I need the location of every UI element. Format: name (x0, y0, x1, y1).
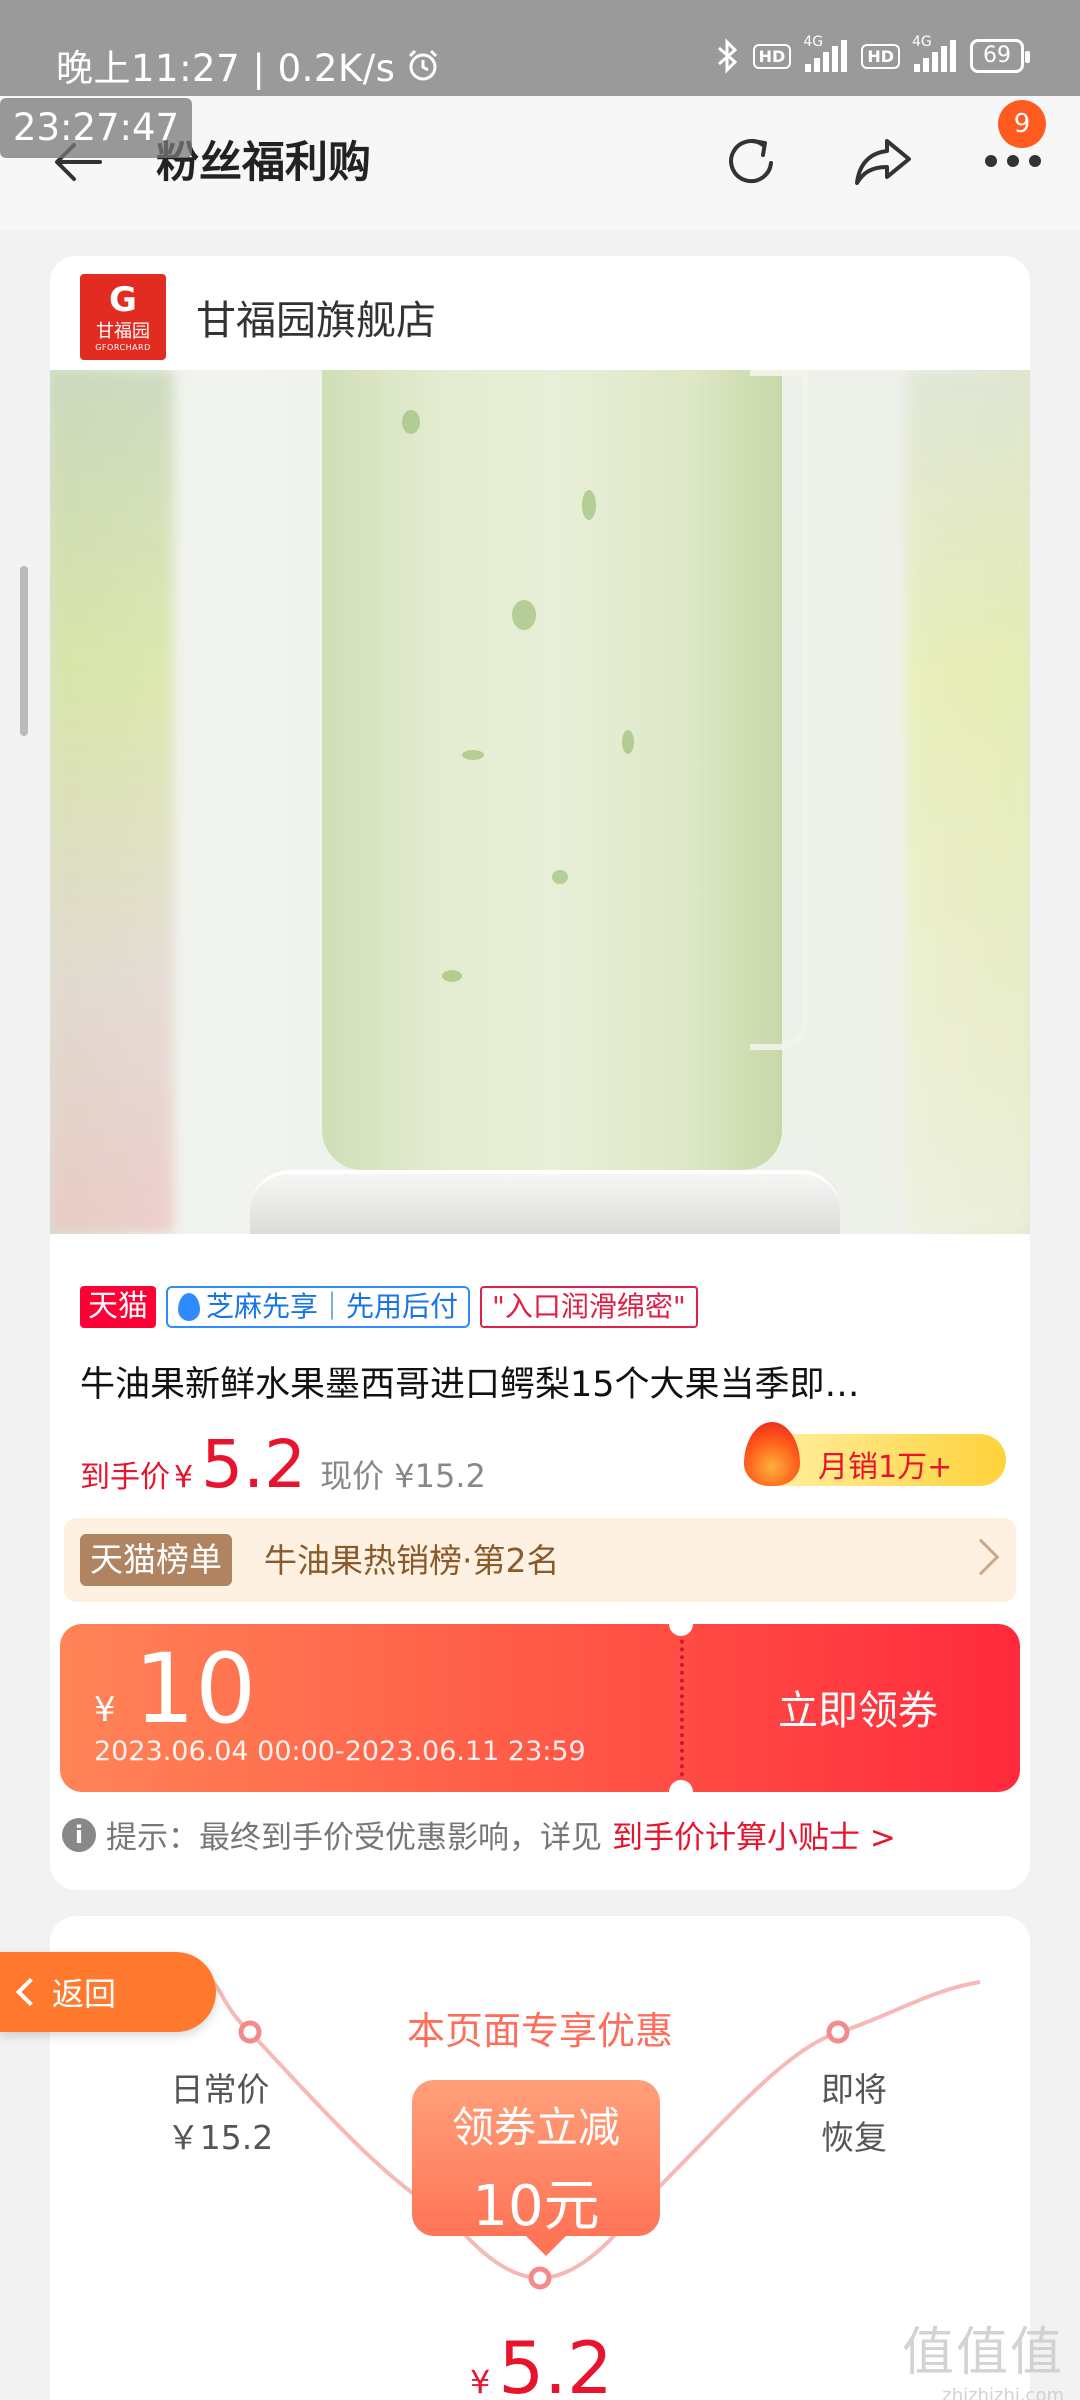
tmall-tag: 天猫 (80, 1286, 156, 1328)
tag-row: 天猫 芝麻先享｜先用后付 "入口润滑绵密" (80, 1286, 698, 1328)
shop-row[interactable]: G 甘福园 GFORCHARD 甘福园旗舰店 (80, 272, 436, 362)
share-icon (855, 139, 911, 185)
coupon-notch-top (669, 1624, 693, 1636)
return-button-label: 返回 (52, 1975, 117, 2013)
coupon-amount: 10 (134, 1633, 257, 1745)
product-image[interactable] (50, 370, 1030, 1234)
image-jar-handle (750, 370, 808, 1050)
shop-name[interactable]: 甘福园旗舰店 (196, 288, 436, 346)
watermark-url: zhizhizhi.com (942, 2385, 1064, 2400)
image-blender-base (250, 1170, 840, 1234)
tip-text: 提示：最终到手价受优惠影响，详见 (106, 1820, 602, 1856)
final-price-value: 5.2 (201, 1426, 307, 1503)
daily-price-block: 日常价 ￥15.2 (140, 2066, 300, 2162)
hd-badge-2: HD (861, 43, 900, 69)
signal-icon-2: 4G (912, 34, 956, 72)
shop-logo-glyph: G (109, 279, 137, 320)
info-icon: i (62, 1817, 96, 1852)
coupon-card[interactable]: ¥ 10 2023.06.04 00:00-2023.06.11 23:59 立… (60, 1624, 1020, 1792)
chevron-left-icon (15, 1977, 45, 2007)
clock-overlay: 23:27:47 (0, 98, 192, 158)
more-badge: 9 (998, 100, 1046, 148)
refresh-button[interactable] (716, 126, 786, 196)
shop-logo[interactable]: G 甘福园 GFORCHARD (80, 274, 166, 360)
price-tips-link[interactable]: 到手价计算小贴士 > (612, 1812, 896, 1857)
status-time: 晚上11:27 | 0.2K/s (56, 47, 396, 90)
promo-final-price: ¥ 5.2 (470, 2326, 613, 2400)
status-left: 晚上11:27 | 0.2K/s (56, 38, 441, 92)
rank-text: 牛油果热销榜·第2名 (264, 1541, 560, 1580)
tmall-rank-badge: 天猫榜单 (80, 1534, 232, 1586)
hd-badge-1: HD (752, 43, 792, 69)
current-price: 现价 ¥15.2 (320, 1457, 486, 1495)
monthly-sales-badge: 月销1万+ (744, 1422, 1006, 1486)
more-dots-icon (985, 155, 1041, 167)
signal-icon-1: 4G (803, 34, 848, 72)
network-type-2: 4G (912, 34, 932, 50)
promo-final-currency: ¥ (470, 2363, 491, 2400)
refresh-icon (729, 139, 773, 184)
zhima-tag: 芝麻先享｜先用后付 (166, 1286, 471, 1328)
tmall-rank-bar[interactable]: 天猫榜单 牛油果热销榜·第2名 (64, 1518, 1016, 1602)
price-label: 到手价 (80, 1460, 170, 1495)
chevron-right-icon (962, 1538, 1000, 1576)
claim-coupon-button[interactable]: 立即领券 (778, 1678, 938, 1736)
network-type-1: 4G (803, 34, 824, 50)
scroll-indicator (20, 566, 28, 736)
coupon-notch-bottom (669, 1780, 693, 1792)
watermark-logo: 值值值 (901, 2323, 1064, 2383)
watermark: 值值值 zhizhizhi.com (902, 2310, 1064, 2400)
coupon-validity: 2023.06.04 00:00-2023.06.11 23:59 (94, 1736, 586, 1767)
zhima-tag-label: 芝麻先享｜先用后付 (206, 1290, 459, 1323)
battery-indicator: 69 (970, 39, 1030, 73)
quote-tag: "入口润滑绵密" (480, 1286, 698, 1328)
image-side-left (50, 370, 174, 1234)
daily-price-value: ￥15.2 (166, 2118, 274, 2157)
coupon-currency: ¥ (94, 1690, 116, 1730)
status-right: HD 4G HD 4G 69 (715, 34, 1030, 74)
promo-final-value: 5.2 (498, 2326, 613, 2400)
product-card: G 甘福园 GFORCHARD 甘福园旗舰店 天猫 芝麻先享｜先用后付 "入口润… (50, 256, 1030, 1890)
bluetooth-icon (717, 38, 737, 74)
coupon-discount-label: 领券立减 (451, 2103, 620, 2152)
coupon-perforation (680, 1624, 684, 1792)
alarm-clock-icon (409, 49, 438, 81)
status-bar: 晚上11:27 | 0.2K/s HD 4G HD 4G 69 (0, 0, 1080, 96)
product-title[interactable]: 牛油果新鲜水果墨西哥进口鳄梨15个大果当季即… (80, 1356, 1010, 1407)
return-button[interactable]: 返回 (0, 1952, 216, 2032)
daily-price-label: 日常价 (170, 2070, 270, 2109)
restore-line-2: 恢复 (821, 2118, 887, 2157)
coupon-discount-box: 领券立减 10元 (412, 2080, 660, 2256)
price-row: 到手价 ¥ 5.2 现价 ¥15.2 (80, 1426, 486, 1503)
shop-logo-text: 甘福园 (96, 320, 150, 342)
share-button[interactable] (848, 126, 918, 196)
monthly-sales-text: 月销1万+ (818, 1450, 953, 1485)
tip-row: i 提示：最终到手价受优惠影响，详见 到手价计算小贴士 > (62, 1812, 896, 1857)
more-button[interactable]: 9 (978, 100, 1048, 196)
shop-logo-sub: GFORCHARD (95, 342, 151, 352)
image-blender-jar (322, 370, 782, 1170)
water-drop-icon (178, 1293, 200, 1321)
image-side-right (906, 370, 1030, 1234)
price-currency: ¥ (174, 1460, 194, 1495)
coupon-discount-amount: 10元 (472, 2174, 600, 2239)
fire-icon (744, 1422, 800, 1486)
restore-line-1: 即将 (821, 2070, 887, 2109)
restore-block: 即将 恢复 (794, 2066, 914, 2162)
